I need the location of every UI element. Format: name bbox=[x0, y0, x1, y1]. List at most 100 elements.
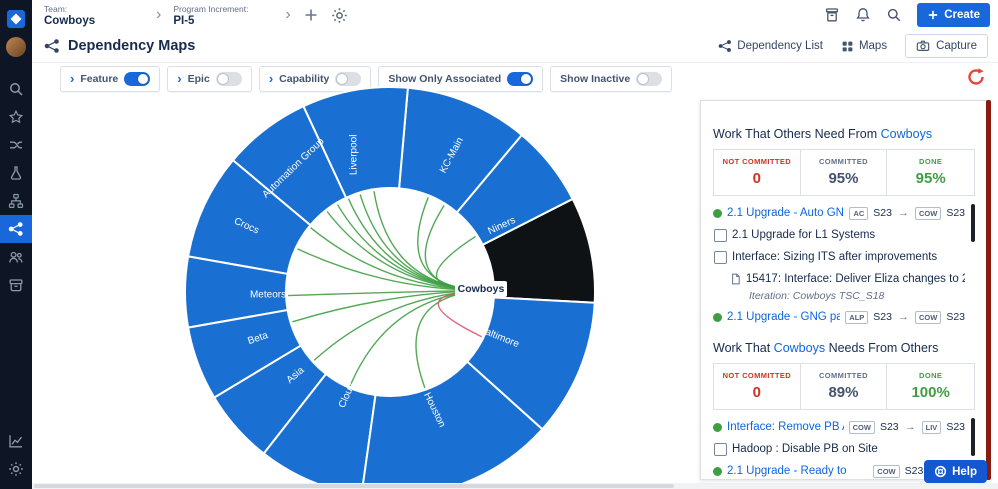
sidebar-item-experiments[interactable] bbox=[0, 159, 32, 187]
sprint-label: S23 bbox=[905, 465, 924, 477]
work-item-row[interactable]: Hadoop : Disable PB on Site bbox=[713, 438, 965, 460]
dependency-map-icon bbox=[44, 38, 60, 54]
stat-done: DONE 95% bbox=[887, 150, 974, 195]
status-dot-icon bbox=[713, 467, 722, 476]
team-selector[interactable]: Team: Cowboys bbox=[44, 4, 144, 27]
configure-button[interactable] bbox=[331, 7, 348, 24]
section-title-others-need: Work That Others Need From Cowboys bbox=[713, 127, 975, 141]
app-root: Team: Cowboys › Program Increment: PI-5 … bbox=[0, 0, 998, 489]
chord-diagram[interactable]: NinersKC-MainLiverpoolAutomation GroupCr… bbox=[175, 80, 605, 489]
star-icon bbox=[8, 109, 24, 125]
stat-value: 89% bbox=[807, 384, 881, 401]
capture-label: Capture bbox=[936, 40, 977, 52]
work-item-title: Interface: Sizing ITS after improvements bbox=[732, 251, 937, 263]
dependency-map-icon bbox=[8, 221, 24, 237]
sidebar-item-teams[interactable] bbox=[0, 243, 32, 271]
pi-value: PI-5 bbox=[173, 15, 273, 27]
sprint-label: S23 bbox=[946, 207, 965, 219]
sidebar-item-favorites[interactable] bbox=[0, 103, 32, 131]
filter-label: Feature bbox=[80, 73, 118, 85]
maps-label: Maps bbox=[859, 40, 887, 52]
dependency-row[interactable]: 2.1 Upgrade - Auto GNC AC S23 → COW S23 bbox=[713, 202, 965, 224]
sidebar-item-search[interactable] bbox=[0, 75, 32, 103]
sprint-label: S23 bbox=[873, 207, 892, 219]
team-badge: LIV bbox=[922, 421, 942, 434]
show-inactive-toggle[interactable] bbox=[636, 72, 662, 86]
grid-icon bbox=[841, 40, 854, 53]
sidebar-item-flows[interactable] bbox=[0, 131, 32, 159]
sidebar-item-settings[interactable] bbox=[0, 455, 32, 483]
checkbox[interactable] bbox=[714, 443, 727, 456]
help-label: Help bbox=[952, 466, 977, 478]
dependency-link[interactable]: 2.1 Upgrade - Ready to bbox=[727, 465, 868, 477]
filter-chip-feature[interactable]: › Feature bbox=[60, 66, 160, 92]
list-scrollbar[interactable] bbox=[971, 204, 975, 242]
dependency-list: 2.1 Upgrade - Auto GNC AC S23 → COW S23 … bbox=[713, 202, 975, 328]
arrow-right-icon: → bbox=[898, 311, 909, 323]
create-button[interactable]: Create bbox=[917, 3, 990, 27]
dependency-wheel[interactable]: NinersKC-MainLiverpoolAutomation GroupCr… bbox=[175, 80, 605, 489]
checkbox[interactable] bbox=[714, 229, 727, 242]
team-link[interactable]: Cowboys bbox=[774, 341, 825, 355]
gear-icon bbox=[8, 461, 24, 477]
team-badge: AC bbox=[849, 207, 868, 220]
work-item-title: 2.1 Upgrade for L1 Systems bbox=[732, 229, 875, 241]
stat-not-committed: NOT COMMITTED 0 bbox=[714, 150, 801, 195]
work-item-row[interactable]: Interface: Sizing ITS after improvements bbox=[713, 246, 965, 268]
sitemap-icon bbox=[8, 193, 24, 209]
arrow-right-icon: → bbox=[905, 421, 916, 433]
dependency-row[interactable]: Interface: Remove PB A COW S23 → LIV S23 bbox=[713, 416, 965, 438]
plus-icon bbox=[303, 7, 319, 23]
global-search-button[interactable] bbox=[886, 7, 902, 23]
sprint-label: S23 bbox=[880, 421, 899, 433]
team-badge: ALP bbox=[845, 311, 868, 324]
program-increment-selector[interactable]: Program Increment: PI-5 bbox=[173, 4, 273, 27]
horizontal-scrollbar[interactable] bbox=[32, 483, 998, 489]
archive-icon bbox=[824, 7, 840, 23]
stat-value: 95% bbox=[807, 170, 881, 187]
panel-scrollbar[interactable] bbox=[986, 100, 991, 480]
work-item-row[interactable]: 2.1 Upgrade for L1 Systems bbox=[713, 224, 965, 246]
stat-value: 0 bbox=[720, 170, 794, 187]
status-dot-icon bbox=[713, 313, 722, 322]
sub-item-title: 15417: Interface: Deliver Eliza changes … bbox=[746, 273, 965, 285]
maps-link[interactable]: Maps bbox=[841, 40, 887, 53]
user-avatar[interactable] bbox=[0, 33, 32, 61]
dependency-link[interactable]: 2.1 Upgrade - Auto GNC bbox=[727, 207, 844, 219]
dependency-row[interactable]: 2.1 Upgrade - GNG past ALP S23 → COW S23 bbox=[713, 306, 965, 328]
dependency-list-link[interactable]: Dependency List bbox=[718, 39, 823, 53]
sidebar-item-hierarchy[interactable] bbox=[0, 187, 32, 215]
scrollbar-thumb[interactable] bbox=[34, 484, 674, 488]
capture-button[interactable]: Capture bbox=[905, 34, 988, 58]
avatar bbox=[6, 37, 26, 57]
sub-header: Dependency Maps Dependency List Maps Cap… bbox=[32, 30, 998, 63]
refresh-spinner[interactable] bbox=[966, 67, 986, 92]
stat-label: DONE bbox=[893, 157, 968, 166]
page-title: Dependency Maps bbox=[68, 38, 195, 54]
help-button[interactable]: Help bbox=[924, 460, 987, 483]
jira-logo-icon bbox=[7, 10, 25, 28]
status-dot-icon bbox=[713, 209, 722, 218]
sub-item-row[interactable]: 15417: Interface: Deliver Eliza changes … bbox=[713, 268, 965, 290]
checkbox[interactable] bbox=[714, 251, 727, 264]
dependency-link[interactable]: Interface: Remove PB A bbox=[727, 421, 844, 433]
svg-text:Liverpool: Liverpool bbox=[349, 135, 360, 176]
notifications-button[interactable] bbox=[855, 7, 871, 23]
team-badge: COW bbox=[915, 207, 941, 220]
sprint-label: S23 bbox=[946, 421, 965, 433]
sidebar-item-analytics[interactable] bbox=[0, 427, 32, 455]
sidebar-item-dependency-maps[interactable] bbox=[0, 215, 32, 243]
top-bar: Team: Cowboys › Program Increment: PI-5 … bbox=[32, 0, 998, 31]
release-button[interactable] bbox=[824, 7, 840, 23]
status-dot-icon bbox=[713, 423, 722, 432]
feature-toggle[interactable] bbox=[124, 72, 150, 86]
pi-label: Program Increment: bbox=[173, 4, 273, 14]
app-logo[interactable] bbox=[0, 5, 32, 33]
sidebar-item-programs[interactable] bbox=[0, 271, 32, 299]
dependency-link[interactable]: 2.1 Upgrade - GNG past bbox=[727, 311, 840, 323]
team-link[interactable]: Cowboys bbox=[881, 127, 932, 141]
list-scrollbar[interactable] bbox=[971, 418, 975, 456]
add-button[interactable] bbox=[303, 7, 319, 23]
selected-team-chip[interactable]: Cowboys bbox=[455, 281, 507, 297]
iteration-meta: Iteration: Cowboys TSC_S18 bbox=[713, 290, 965, 306]
